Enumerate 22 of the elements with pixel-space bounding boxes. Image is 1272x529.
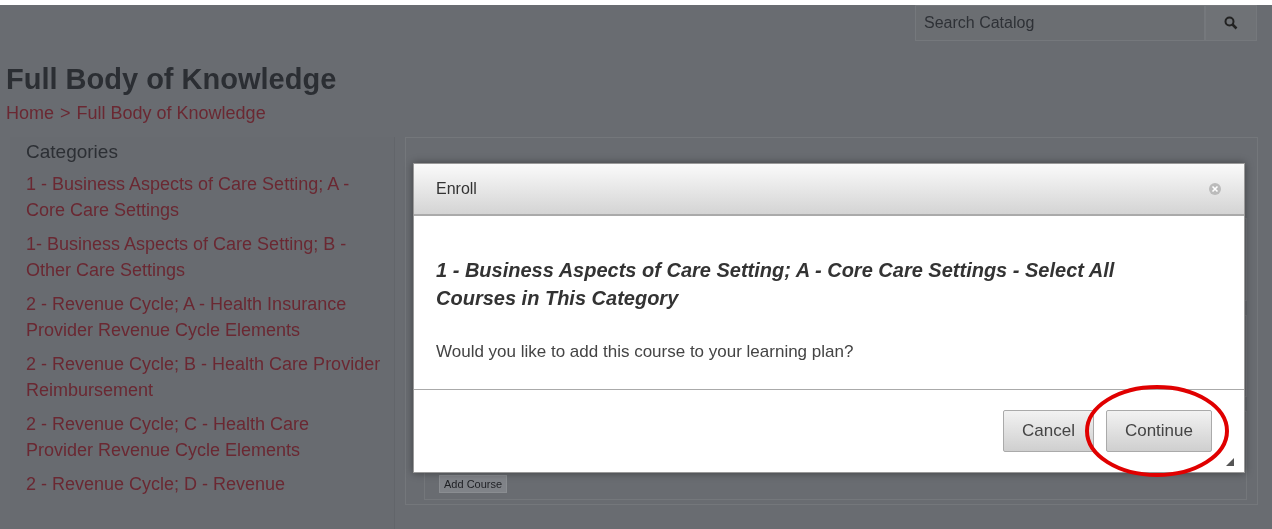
breadcrumb-link[interactable]: Home xyxy=(6,101,54,125)
breadcrumb-separator: > xyxy=(60,102,71,125)
breadcrumb-link[interactable]: Full Body of Knowledge xyxy=(76,101,266,125)
page-title: Full Body of Knowledge xyxy=(6,62,338,97)
close-icon[interactable] xyxy=(1208,182,1222,196)
category-link[interactable]: 2 - Revenue Cycle; C - Health Care Provider Revenue Cycle Elements xyxy=(26,411,381,463)
category-link[interactable]: 2 - Revenue Cycle; D - Revenue xyxy=(26,471,381,497)
category-link[interactable]: 1 - Business Aspects of Care Setting; A - Core Care Settings xyxy=(26,171,381,223)
search-icon xyxy=(1224,16,1238,30)
dialog-button[interactable]: Cancel xyxy=(1003,410,1094,452)
category-link[interactable]: 2 - Revenue Cycle; B - Health Care Provider Reimbursement xyxy=(26,351,381,403)
search-button[interactable] xyxy=(1205,5,1257,41)
categories-heading: Categories xyxy=(26,141,119,163)
category-link[interactable]: 2 - Revenue Cycle; A - Health Insurance Provider Revenue Cycle Elements xyxy=(26,291,381,343)
dialog-title: Enroll xyxy=(436,180,477,198)
dialog-button[interactable]: Continue xyxy=(1105,410,1212,452)
category-link[interactable]: 1- Business Aspects of Care Setting; B - Other Care Settings xyxy=(26,231,381,283)
dialog-message: Would you like to add this course to your learning plan? xyxy=(436,342,855,362)
resize-grip-icon[interactable] xyxy=(1226,458,1234,466)
search-field[interactable]: Search Catalog xyxy=(915,5,1205,41)
dialog-heading: 1 - Business Aspects of Care Setting; A - Core Care Settings - Select All Courses in This Category xyxy=(436,258,1116,311)
add-course-button[interactable]: Add Course xyxy=(439,475,508,493)
